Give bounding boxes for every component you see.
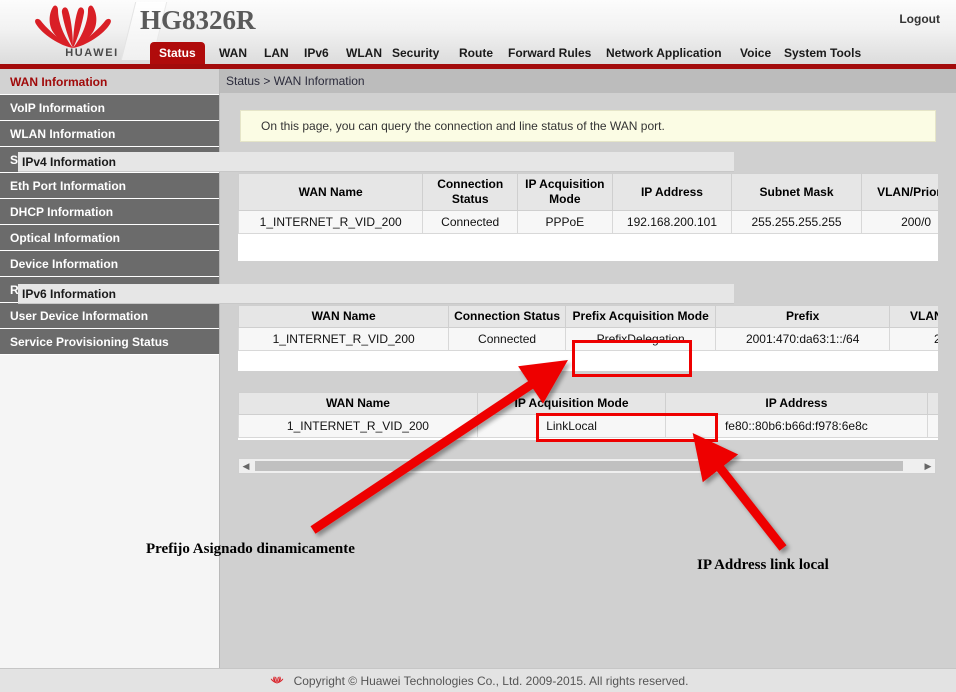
- column-header: WAN Name: [239, 306, 449, 328]
- table-cell: Connected: [449, 328, 566, 351]
- column-header: WAN Name: [239, 174, 423, 211]
- sidebar-item-eth-port-information[interactable]: Eth Port Information: [0, 173, 219, 199]
- sidebar-item-device-information[interactable]: Device Information: [0, 251, 219, 277]
- column-header: IP Address: [612, 174, 732, 211]
- table-cell: PPPoE: [518, 211, 613, 234]
- nav-item-wan[interactable]: WAN: [210, 42, 256, 64]
- sidebar-item-service-provisioning-status[interactable]: Service Provisioning Status: [0, 329, 219, 355]
- ipv6-table-viewport: WAN NameConnection StatusPrefix Acquisit…: [238, 305, 938, 371]
- table-cell: 1_INTERNET_R_VID_200: [239, 328, 449, 351]
- scroll-left-arrow-icon[interactable]: ◀: [239, 459, 253, 473]
- ipv6-address-table: WAN NameIP Acquisition ModeIP AddressIP …: [238, 392, 938, 438]
- footer-huawei-flower-logo-icon: [268, 672, 286, 691]
- ipv4-table: WAN NameConnection StatusIP Acquisition …: [238, 173, 938, 234]
- sidebar-item-wan-information[interactable]: WAN Information: [0, 69, 219, 95]
- ipv4-header-row: WAN NameConnection StatusIP Acquisition …: [239, 174, 939, 211]
- column-header: IP Acquisition Mode: [477, 393, 665, 415]
- column-header: IP Address: [666, 393, 927, 415]
- column-header: IP Address Status: [927, 393, 938, 415]
- table-cell: 2001:470:da63:1::/64: [716, 328, 889, 351]
- column-header: Prefix: [716, 306, 889, 328]
- nav-item-forward-rules[interactable]: Forward Rules: [499, 42, 600, 64]
- breadcrumb: Status > WAN Information: [220, 69, 956, 93]
- nav-item-system-tools[interactable]: System Tools: [775, 42, 870, 64]
- ipv6-table: WAN NameConnection StatusPrefix Acquisit…: [238, 305, 938, 351]
- table-cell: fe80::80b6:b66d:f978:6e8c: [666, 415, 927, 438]
- sidebar-item-optical-information[interactable]: Optical Information: [0, 225, 219, 251]
- sidebar-item-user-device-information[interactable]: User Device Information: [0, 303, 219, 329]
- table-cell: 1_INTERNET_R_VID_200: [239, 415, 478, 438]
- ipv6-header-row: WAN NameConnection StatusPrefix Acquisit…: [239, 306, 939, 328]
- table-cell: 192.168.200.101: [612, 211, 732, 234]
- column-header: VLAN/Priority: [861, 174, 938, 211]
- table-cell: Preferred: [927, 415, 938, 438]
- footer-copyright: Copyright © Huawei Technologies Co., Ltd…: [294, 674, 689, 688]
- sidebar-item-wlan-information[interactable]: WLAN Information: [0, 121, 219, 147]
- ipv6-address-table-viewport: WAN NameIP Acquisition ModeIP AddressIP …: [238, 392, 938, 440]
- table-row: 1_INTERNET_R_VID_200ConnectedPrefixDeleg…: [239, 328, 939, 351]
- table-cell: 1_INTERNET_R_VID_200: [239, 211, 423, 234]
- prefix-annotation-label: Prefijo Asignado dinamicamente: [146, 541, 355, 558]
- page-title: HG8326R: [140, 5, 256, 36]
- table-cell: 255.255.255.255: [732, 211, 862, 234]
- scroll-right-arrow-icon[interactable]: ▶: [921, 459, 935, 473]
- linklocal-annotation-label: IP Address link local: [697, 557, 829, 574]
- nav-item-route[interactable]: Route: [450, 42, 502, 64]
- scrollbar-thumb[interactable]: [255, 461, 903, 471]
- top-navigation: StatusWANLANIPv6WLANSecurityRouteForward…: [0, 42, 956, 64]
- table-cell: Connected: [423, 211, 518, 234]
- column-header: VLAN/Priority: [889, 306, 938, 328]
- table-cell: 200/0: [861, 211, 938, 234]
- nav-item-network-application[interactable]: Network Application: [597, 42, 731, 64]
- table-row: 1_INTERNET_R_VID_200ConnectedPPPoE192.16…: [239, 211, 939, 234]
- ipv6-section-title: IPv6 Information: [18, 284, 734, 304]
- column-header: Prefix Acquisition Mode: [565, 306, 716, 328]
- table-horizontal-scrollbar[interactable]: ◀ ▶: [238, 458, 936, 474]
- nav-item-status[interactable]: Status: [150, 42, 205, 64]
- page-root: HUAWEI HG8326R Logout StatusWANLANIPv6WL…: [0, 0, 956, 692]
- ipv4-table-viewport: WAN NameConnection StatusIP Acquisition …: [238, 173, 938, 261]
- column-header: WAN Name: [239, 393, 478, 415]
- column-header: Connection Status: [449, 306, 566, 328]
- logout-button[interactable]: Logout: [899, 12, 940, 26]
- page-header: HUAWEI HG8326R Logout StatusWANLANIPv6WL…: [0, 0, 956, 64]
- table-cell: LinkLocal: [477, 415, 665, 438]
- ipv4-section-title: IPv4 Information: [18, 152, 734, 172]
- table-cell: 200/0: [889, 328, 938, 351]
- sidebar-item-voip-information[interactable]: VoIP Information: [0, 95, 219, 121]
- nav-item-security[interactable]: Security: [383, 42, 448, 64]
- sidebar-item-dhcp-information[interactable]: DHCP Information: [0, 199, 219, 225]
- nav-item-ipv6[interactable]: IPv6: [295, 42, 338, 64]
- nav-item-voice[interactable]: Voice: [731, 42, 780, 64]
- column-header: IP Acquisition Mode: [518, 174, 613, 211]
- nav-item-lan[interactable]: LAN: [255, 42, 298, 64]
- column-header: Connection Status: [423, 174, 518, 211]
- ipv6-address-header-row: WAN NameIP Acquisition ModeIP AddressIP …: [239, 393, 939, 415]
- table-cell: PrefixDelegation: [565, 328, 716, 351]
- column-header: Subnet Mask: [732, 174, 862, 211]
- table-row: 1_INTERNET_R_VID_200LinkLocalfe80::80b6:…: [239, 415, 939, 438]
- page-footer: Copyright © Huawei Technologies Co., Ltd…: [0, 668, 956, 692]
- info-tip: On this page, you can query the connecti…: [240, 110, 936, 142]
